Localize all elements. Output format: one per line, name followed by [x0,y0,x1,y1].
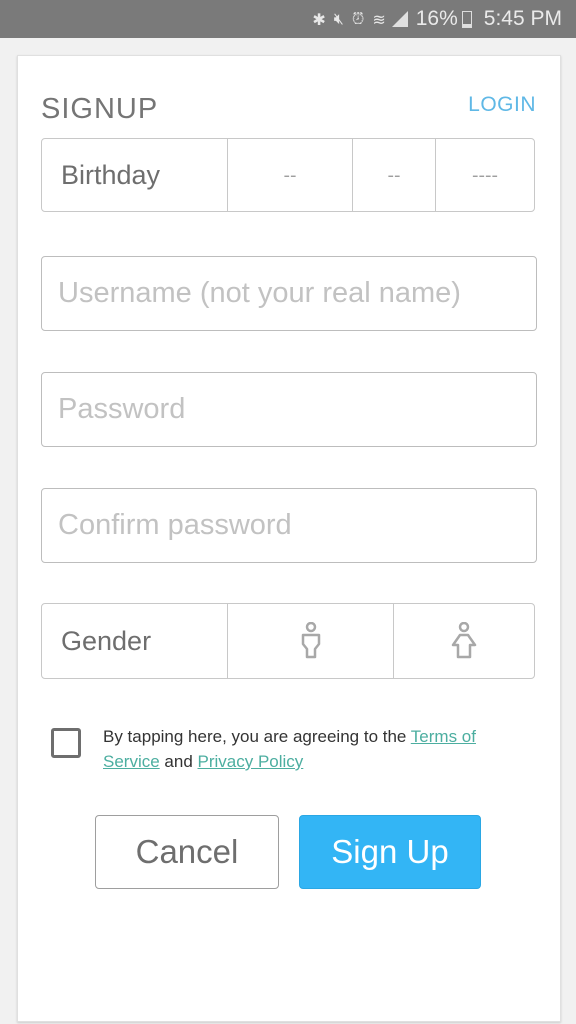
terms-text-middle: and [159,752,198,771]
mute-icon: 🔇︎ [333,9,344,28]
cancel-button[interactable]: Cancel [95,815,279,889]
terms-text: By tapping here, you are agreeing to the… [103,724,511,774]
password-input[interactable] [41,372,537,447]
terms-text-before: By tapping here, you are agreeing to the [103,727,411,746]
battery-percent: 16% [415,7,458,30]
confirm-password-input[interactable] [41,488,537,563]
login-link[interactable]: LOGIN [468,93,536,117]
privacy-policy-link[interactable]: Privacy Policy [198,752,304,771]
birthday-month-select[interactable]: -- [227,139,352,211]
gender-male-option[interactable] [227,604,393,678]
female-icon [451,622,477,659]
birthday-label: Birthday [61,159,161,190]
page-title: SIGNUP [41,93,159,125]
signal-icon [391,11,408,27]
username-input[interactable] [41,256,537,331]
gender-label: Gender [61,625,152,656]
wifi-icon: ≋ [372,9,386,29]
alarm-icon: ⏰︎ [351,9,365,28]
signup-card: SIGNUP LOGIN Birthday -- -- ---- Gender … [17,55,561,1022]
male-icon [301,622,320,659]
gender-row: Gender [41,603,535,679]
birthday-year-select[interactable]: ---- [435,139,534,211]
terms-checkbox[interactable] [51,728,81,758]
bluetooth-icon: ✱ [312,9,326,29]
birthday-day-select[interactable]: -- [352,139,435,211]
clock: 5:45 PM [483,7,562,30]
battery-icon [461,10,472,28]
terms-row: By tapping here, you are agreeing to the… [51,724,511,774]
birthday-row: Birthday -- -- ---- [41,138,535,212]
gender-female-option[interactable] [393,604,534,678]
status-bar: ✱ 🔇︎ ⏰︎ ≋ 16% 5:45 PM [0,0,576,38]
sign-up-button[interactable]: Sign Up [299,815,481,889]
